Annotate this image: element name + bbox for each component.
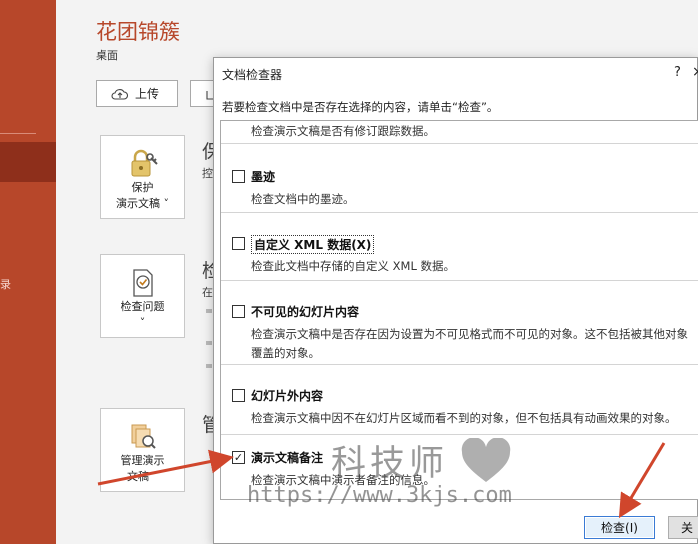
manage-tile-label-2: 文稿 ˅ xyxy=(127,470,158,483)
upload-button[interactable]: 上传 xyxy=(96,80,178,107)
watermark-brand: 科技师 xyxy=(331,444,449,484)
inspection-options-list[interactable]: 检查演示文稿是否有修订跟踪数据。 墨迹 检查文档中的墨迹。 自定义 XML 数据… xyxy=(220,120,698,500)
option-name: 演示文稿备注 xyxy=(251,451,324,465)
protect-sub: 控 xyxy=(202,167,213,180)
upload-label: 上传 xyxy=(135,87,160,101)
bullet-mark xyxy=(206,364,212,368)
option-name: 墨迹 xyxy=(251,170,276,184)
document-title: 花团锦簇 xyxy=(96,20,180,44)
manage-tile-label-1: 管理演示 xyxy=(120,454,165,467)
dialog-title: 文档检查器 xyxy=(222,68,283,82)
list-item: 检查演示文稿是否有修订跟踪数据。 xyxy=(221,121,698,144)
check-issues-label: 检查问题 xyxy=(120,300,165,313)
dialog-instructions: 若要检查文档中是否存在选择的内容，请单击“检查”。 xyxy=(222,100,499,114)
option-name: 幻灯片外内容 xyxy=(251,389,324,403)
close-button[interactable]: 关 xyxy=(668,516,698,539)
protect-tile-label-2: 演示文稿 ˅ xyxy=(116,197,169,210)
heart-icon xyxy=(461,438,511,482)
protect-presentation-tile[interactable]: 保护 演示文稿 ˅ xyxy=(100,135,185,219)
check-issues-tile[interactable]: 检查问题 ˅ xyxy=(100,254,185,338)
option-description: 检查演示文稿是否有修订跟踪数据。 xyxy=(251,124,435,138)
bullet-mark xyxy=(206,309,212,313)
protect-tile-label-1: 保护 xyxy=(131,181,154,194)
manage-presentation-tile[interactable]: 管理演示 文稿 ˅ xyxy=(100,408,185,492)
list-item: 墨迹 检查文档中的墨迹。 xyxy=(221,144,698,213)
inspect-button[interactable]: 检查(I) xyxy=(584,516,655,539)
close-icon[interactable]: × xyxy=(692,64,698,80)
watermark-url: https://www.3kjs.com xyxy=(247,483,512,508)
list-item: 不可见的幻灯片内容 检查演示文稿中是否存在因为设置为不可见格式而不可见的对象。这… xyxy=(221,281,698,365)
backstage-sidebar: 录 xyxy=(0,0,56,544)
sidebar-divider xyxy=(0,133,36,134)
invisible-content-checkbox[interactable] xyxy=(232,305,245,318)
document-inspector-dialog: 文档检查器 ? × 若要检查文档中是否存在选择的内容，请单击“检查”。 检查演示… xyxy=(213,57,698,544)
sidebar-item-info[interactable] xyxy=(0,142,56,182)
option-description: 检查文档中的墨迹。 xyxy=(251,192,355,206)
check-issues-chevron: ˅ xyxy=(139,316,146,329)
option-description: 检查此文档中存储的自定义 XML 数据。 xyxy=(251,259,456,273)
ink-checkbox[interactable] xyxy=(232,170,245,183)
presentation-notes-checkbox[interactable]: ✓ xyxy=(232,451,245,464)
inspect-sub: 在 xyxy=(202,286,213,299)
option-description: 检查演示文稿中因不在幻灯片区域而看不到的对象，但不包括具有动画效果的对象。 xyxy=(251,411,677,425)
option-name: 不可见的幻灯片内容 xyxy=(251,305,360,319)
lock-icon xyxy=(131,149,158,177)
sidebar-item-label[interactable]: 录 xyxy=(0,276,11,292)
bullet-mark xyxy=(206,341,212,345)
document-check-icon xyxy=(132,269,153,297)
list-item: 幻灯片外内容 检查演示文稿中因不在幻灯片区域而看不到的对象，但不包括具有动画效果… xyxy=(221,365,698,435)
option-name: 自定义 XML 数据(X) xyxy=(251,235,375,254)
cloud-upload-icon xyxy=(111,88,129,100)
help-button[interactable]: ? xyxy=(674,65,681,80)
custom-xml-checkbox[interactable] xyxy=(232,237,245,250)
off-slide-content-checkbox[interactable] xyxy=(232,389,245,402)
list-item: 自定义 XML 数据(X) 检查此文档中存储的自定义 XML 数据。 xyxy=(221,213,698,281)
manage-document-icon xyxy=(131,424,156,449)
document-location: 桌面 xyxy=(96,49,118,62)
option-description: 检查演示文稿中是否存在因为设置为不可见格式而不可见的对象。这不包括被其他对象覆盖… xyxy=(251,327,688,360)
